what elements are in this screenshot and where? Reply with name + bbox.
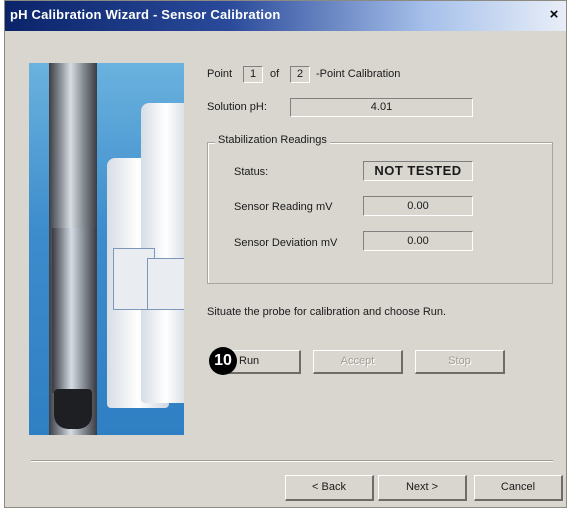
stop-button[interactable]: Stop	[415, 350, 505, 374]
next-button-label: Next >	[405, 481, 439, 493]
point-total-field: 2	[290, 66, 310, 83]
bottle-label-image	[147, 258, 184, 310]
window-title: pH Calibration Wizard - Sensor Calibrati…	[10, 7, 281, 22]
status-label: Status:	[234, 166, 269, 178]
point-current-field: 1	[243, 66, 263, 83]
point-calibration-label: -Point Calibration	[316, 68, 401, 80]
footer-separator	[31, 460, 553, 462]
solution-ph-field: 4.01	[290, 98, 473, 117]
run-button-label: Run	[239, 355, 260, 367]
title-bar: pH Calibration Wizard - Sensor Calibrati…	[5, 1, 566, 31]
sensor-deviation-field: 0.00	[363, 231, 473, 251]
probe-guard-image	[52, 228, 96, 393]
sensor-reading-field: 0.00	[363, 196, 473, 216]
back-button[interactable]: < Back	[285, 475, 374, 501]
probe-photo	[29, 63, 184, 435]
back-button-label: < Back	[312, 481, 346, 493]
sensor-reading-label: Sensor Reading mV	[234, 201, 333, 213]
point-label: Point	[207, 68, 233, 80]
solution-ph-label: Solution pH:	[207, 101, 267, 113]
stabilization-caption: Stabilization Readings	[215, 134, 330, 146]
next-button[interactable]: Next >	[378, 475, 467, 501]
accept-button[interactable]: Accept	[313, 350, 403, 374]
instruction-text: Situate the probe for calibration and ch…	[207, 306, 447, 318]
point-of-label: of	[270, 68, 280, 80]
close-icon[interactable]: ×	[545, 6, 563, 24]
cancel-button[interactable]: Cancel	[474, 475, 563, 501]
step-callout-badge: 10	[209, 347, 237, 375]
status-badge: NOT TESTED	[363, 161, 473, 181]
sensor-deviation-label: Sensor Deviation mV	[234, 237, 338, 249]
probe-tip-image	[54, 389, 92, 429]
